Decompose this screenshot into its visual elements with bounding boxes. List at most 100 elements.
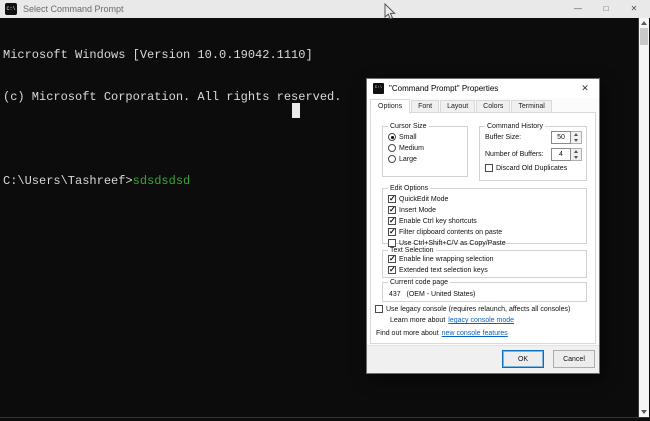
tab-terminal[interactable]: Terminal (511, 100, 551, 113)
tab-colors[interactable]: Colors (476, 100, 510, 113)
command-history-group: Command History Buffer Size: 50 Number o… (479, 126, 587, 181)
checkbox-label: QuickEdit Mode (399, 196, 448, 203)
buffer-size-spinner (571, 131, 582, 144)
cmd-icon: C:\ (5, 3, 17, 15)
chevron-up-icon (574, 133, 578, 136)
ctrl-shift-copy-paste-checkbox[interactable] (388, 239, 396, 247)
spinner-down-button[interactable] (571, 138, 581, 144)
properties-dialog: C:\ "Command Prompt" Properties ✕ Option… (366, 78, 600, 374)
quickedit-checkbox[interactable] (388, 195, 396, 203)
checkbox-label: Enable Ctrl key shortcuts (399, 218, 477, 225)
console-scrollbar[interactable] (638, 18, 649, 417)
buffer-size-label: Buffer Size: (485, 134, 551, 141)
mouse-pointer-icon (384, 3, 396, 25)
checkbox-row: Use Ctrl+Shift+C/V as Copy/Paste (388, 239, 586, 247)
group-label: Cursor Size (388, 123, 429, 130)
radio-large[interactable] (388, 155, 396, 163)
filter-clipboard-checkbox[interactable] (388, 228, 396, 236)
checkbox-label: Use legacy console (requires relaunch, a… (386, 306, 570, 313)
options-tab-page: Cursor Size Small Medium Large Command H… (370, 112, 596, 344)
radio-row: Medium (388, 144, 467, 152)
checkbox-row: Discard Old Duplicates (485, 164, 586, 172)
chevron-down-icon (641, 410, 647, 414)
checkbox-row: Filter clipboard contents on paste (388, 228, 586, 236)
text-cursor (292, 103, 300, 118)
radio-row: Small (388, 133, 467, 141)
buffer-size-row: Buffer Size: 50 (485, 131, 582, 144)
console-line: (c) Microsoft Corporation. All rights re… (3, 90, 341, 104)
checkbox-label: Use Ctrl+Shift+C/V as Copy/Paste (399, 240, 506, 247)
console-titlebar[interactable]: C:\ Select Command Prompt — □ ✕ (0, 0, 650, 18)
checkbox-label: Insert Mode (399, 207, 436, 214)
group-label: Text Selection (388, 247, 436, 254)
chevron-up-icon (574, 150, 578, 153)
scrollbar-thumb[interactable] (640, 28, 648, 45)
console-window-title: Select Command Prompt (23, 4, 124, 14)
checkbox-label: Extended text selection keys (399, 267, 488, 274)
code-page-group: Current code page 437 (OEM - United Stat… (382, 282, 587, 302)
checkbox-label: Filter clipboard contents on paste (399, 229, 502, 236)
console-blank-line (3, 132, 341, 146)
dialog-close-button[interactable]: ✕ (571, 79, 599, 98)
legacy-console-mode-link[interactable]: legacy console mode (448, 317, 514, 324)
cursor-size-group: Cursor Size Small Medium Large (382, 126, 468, 177)
code-page-value: 437 (OEM - United States) (389, 291, 586, 298)
extended-keys-checkbox[interactable] (388, 266, 396, 274)
chevron-up-icon (641, 21, 647, 25)
insert-mode-checkbox[interactable] (388, 206, 396, 214)
legacy-console-row: Use legacy console (requires relaunch, a… (375, 305, 570, 313)
tab-options[interactable]: Options (370, 99, 410, 114)
line-wrapping-checkbox[interactable] (388, 255, 396, 263)
dialog-title: "Command Prompt" Properties (389, 84, 498, 93)
num-buffers-input[interactable]: 4 (551, 148, 571, 161)
checkbox-label: Enable line wrapping selection (399, 256, 494, 263)
close-button[interactable]: ✕ (620, 0, 648, 18)
find-out-more-row: Find out more about new console features (376, 330, 508, 337)
ctrl-shortcuts-checkbox[interactable] (388, 217, 396, 225)
radio-small[interactable] (388, 133, 396, 141)
radio-medium[interactable] (388, 144, 396, 152)
learn-more-row: Learn more about legacy console mode (390, 317, 514, 324)
group-label: Command History (485, 123, 545, 130)
group-label: Current code page (388, 279, 450, 286)
checkbox-row: Enable Ctrl key shortcuts (388, 217, 586, 225)
cancel-button[interactable]: Cancel (553, 350, 595, 368)
new-console-features-link[interactable]: new console features (442, 330, 508, 337)
maximize-button[interactable]: □ (592, 0, 620, 18)
learn-more-text: Learn more about (390, 317, 445, 324)
minimize-button[interactable]: — (564, 0, 592, 18)
ok-button[interactable]: OK (502, 350, 544, 368)
radio-row: Large (388, 155, 467, 163)
scroll-down-button[interactable] (639, 407, 649, 417)
chevron-down-icon (574, 139, 578, 142)
typed-command: sdsdsdsd (133, 174, 191, 188)
dialog-tabstrip: Options Font Layout Colors Terminal (370, 99, 553, 113)
checkbox-row: Enable line wrapping selection (388, 255, 586, 263)
dialog-button-strip: OK Cancel (367, 345, 599, 373)
console-output: Microsoft Windows [Version 10.0.19042.11… (3, 20, 341, 216)
legacy-console-checkbox[interactable] (375, 305, 383, 313)
tab-layout[interactable]: Layout (440, 100, 475, 113)
radio-label: Large (399, 156, 417, 163)
cmd-icon: C:\ (373, 83, 384, 94)
num-buffers-label: Number of Buffers: (485, 151, 551, 158)
discard-duplicates-checkbox[interactable] (485, 164, 493, 172)
dialog-titlebar[interactable]: C:\ "Command Prompt" Properties ✕ (367, 79, 599, 98)
window-controls: — □ ✕ (564, 0, 648, 18)
checkbox-row: Extended text selection keys (388, 266, 586, 274)
spinner-down-button[interactable] (571, 155, 581, 161)
text-selection-group: Text Selection Enable line wrapping sele… (382, 250, 587, 278)
num-buffers-spinner (571, 148, 582, 161)
buffer-size-input[interactable]: 50 (551, 131, 571, 144)
find-out-more-text: Find out more about (376, 330, 439, 337)
scroll-up-button[interactable] (639, 18, 649, 28)
num-buffers-row: Number of Buffers: 4 (485, 148, 582, 161)
prompt-path: C:\Users\Tashreef> (3, 174, 133, 188)
radio-label: Medium (399, 145, 424, 152)
radio-label: Small (399, 134, 417, 141)
window-bottom-border (0, 417, 650, 418)
chevron-down-icon (574, 156, 578, 159)
checkbox-label: Discard Old Duplicates (496, 165, 567, 172)
tab-font[interactable]: Font (411, 100, 439, 113)
checkbox-row: Insert Mode (388, 206, 586, 214)
